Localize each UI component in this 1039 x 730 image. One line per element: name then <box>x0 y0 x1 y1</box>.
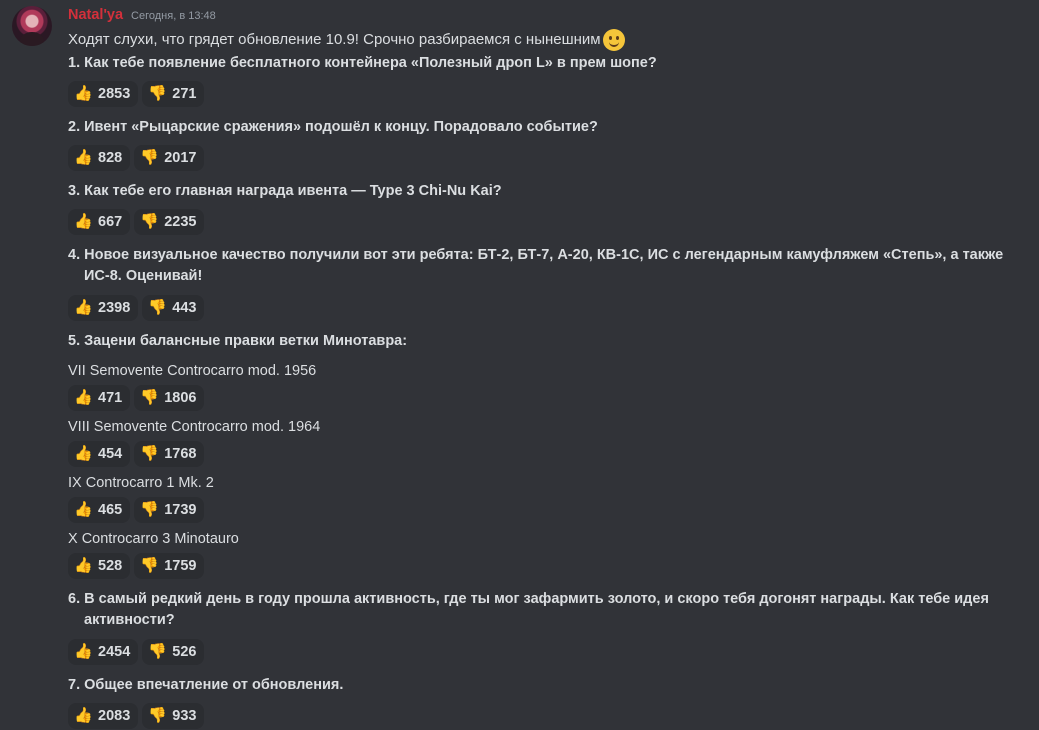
tank-name-4: X Controcarro 3 Minotauro <box>68 531 239 547</box>
slightly-smiling-face-icon <box>602 29 625 51</box>
message-content: Natal'ya Сегодня, в 13:48 Ходят слухи, ч… <box>68 7 1033 729</box>
reaction-thumbs-down[interactable]: 👎 1806 <box>134 385 205 411</box>
thumbs-down-icon: 👎 <box>148 85 167 102</box>
reaction-count: 1759 <box>164 558 197 574</box>
reaction-count: 2017 <box>164 150 197 166</box>
reaction-count: 2398 <box>98 300 131 316</box>
tank-name-3: IX Controcarro 1 Mk. 2 <box>68 475 214 491</box>
reactions-q2: 👍 828 👎 2017 <box>68 145 205 171</box>
question-6-line1: 6. В самый редкий день в году прошла акт… <box>68 591 989 607</box>
reaction-thumbs-up[interactable]: 👍 828 <box>68 145 131 171</box>
reaction-count: 526 <box>172 644 197 660</box>
thumbs-up-icon: 👍 <box>74 557 93 574</box>
question-6: 6. В самый редкий день в году прошла акт… <box>68 589 989 631</box>
question-1: 1. Как тебе появление бесплатного контей… <box>68 55 657 71</box>
reaction-count: 454 <box>98 446 123 462</box>
reaction-thumbs-down[interactable]: 👎 526 <box>142 639 205 665</box>
avatar[interactable] <box>12 6 52 46</box>
reaction-thumbs-up[interactable]: 👍 465 <box>68 497 131 523</box>
intro-line: Ходят слухи, что грядет обновление 10.9!… <box>68 27 1033 53</box>
tank-name-1: VII Semovente Controcarro mod. 1956 <box>68 363 317 379</box>
tank-name-2: VIII Semovente Controcarro mod. 1964 <box>68 419 321 435</box>
question-5: 5. Зацени балансные правки ветки Минотав… <box>68 333 408 349</box>
question-2: 2. Ивент «Рыцарские сражения» подошёл к … <box>68 119 598 135</box>
reactions-tank-4: 👍 528 👎 1759 <box>68 553 205 579</box>
reaction-count: 933 <box>172 708 197 724</box>
reaction-count: 271 <box>172 86 197 102</box>
timestamp: Сегодня, в 13:48 <box>131 10 216 22</box>
reaction-thumbs-up[interactable]: 👍 2454 <box>68 639 139 665</box>
reactions-tank-2: 👍 454 👎 1768 <box>68 441 205 467</box>
thumbs-down-icon: 👎 <box>140 149 159 166</box>
reaction-count: 1768 <box>164 446 197 462</box>
thumbs-down-icon: 👎 <box>140 445 159 462</box>
question-4-line2: ИС-8. Оценивай! <box>84 268 203 284</box>
thumbs-down-icon: 👎 <box>140 389 159 406</box>
reaction-thumbs-up[interactable]: 👍 454 <box>68 441 131 467</box>
thumbs-down-icon: 👎 <box>140 557 159 574</box>
reaction-thumbs-down[interactable]: 👎 271 <box>142 81 205 107</box>
thumbs-down-icon: 👎 <box>148 643 167 660</box>
thumbs-up-icon: 👍 <box>74 213 93 230</box>
reactions-q3: 👍 667 👎 2235 <box>68 209 205 235</box>
reactions-q4: 👍 2398 👎 443 <box>68 295 205 321</box>
question-4: 4. Новое визуальное качество получили во… <box>68 245 1003 287</box>
reaction-count: 2083 <box>98 708 131 724</box>
reaction-thumbs-up[interactable]: 👍 2853 <box>68 81 139 107</box>
reaction-count: 1739 <box>164 502 197 518</box>
reaction-count: 465 <box>98 502 123 518</box>
reaction-thumbs-down[interactable]: 👎 2235 <box>134 209 205 235</box>
thumbs-up-icon: 👍 <box>74 389 93 406</box>
question-4-line1: 4. Новое визуальное качество получили во… <box>68 247 1004 263</box>
reaction-count: 2853 <box>98 86 131 102</box>
reactions-q1: 👍 2853 👎 271 <box>68 81 205 107</box>
reaction-thumbs-up[interactable]: 👍 2398 <box>68 295 139 321</box>
thumbs-up-icon: 👍 <box>74 149 93 166</box>
reaction-thumbs-up[interactable]: 👍 667 <box>68 209 131 235</box>
username[interactable]: Natal'ya <box>68 7 123 23</box>
thumbs-down-icon: 👎 <box>140 501 159 518</box>
reaction-count: 828 <box>98 150 123 166</box>
thumbs-up-icon: 👍 <box>74 445 93 462</box>
thumbs-up-icon: 👍 <box>74 643 93 660</box>
reaction-thumbs-down[interactable]: 👎 1759 <box>134 553 205 579</box>
reaction-thumbs-down[interactable]: 👎 2017 <box>134 145 205 171</box>
reactions-q6: 👍 2454 👎 526 <box>68 639 205 665</box>
reaction-count: 471 <box>98 390 123 406</box>
reactions-q7: 👍 2083 👎 933 <box>68 703 205 729</box>
question-3: 3. Как тебе его главная награда ивента —… <box>68 183 502 199</box>
reactions-tank-1: 👍 471 👎 1806 <box>68 385 205 411</box>
reaction-count: 2235 <box>164 214 197 230</box>
thumbs-up-icon: 👍 <box>74 85 93 102</box>
reaction-thumbs-down[interactable]: 👎 933 <box>142 703 205 729</box>
intro-text: Ходят слухи, что грядет обновление 10.9!… <box>68 31 601 48</box>
reaction-thumbs-down[interactable]: 👎 1768 <box>134 441 205 467</box>
reaction-count: 443 <box>172 300 197 316</box>
question-6-line2: активности? <box>84 612 175 628</box>
thumbs-down-icon: 👎 <box>148 707 167 724</box>
reaction-count: 1806 <box>164 390 197 406</box>
reaction-thumbs-down[interactable]: 👎 1739 <box>134 497 205 523</box>
thumbs-up-icon: 👍 <box>74 707 93 724</box>
reaction-thumbs-up[interactable]: 👍 471 <box>68 385 131 411</box>
reaction-thumbs-up[interactable]: 👍 2083 <box>68 703 139 729</box>
reactions-tank-3: 👍 465 👎 1739 <box>68 497 205 523</box>
thumbs-up-icon: 👍 <box>74 299 93 316</box>
thumbs-down-icon: 👎 <box>148 299 167 316</box>
reaction-thumbs-up[interactable]: 👍 528 <box>68 553 131 579</box>
question-7: 7. Общее впечатление от обновления. <box>68 677 344 693</box>
thumbs-down-icon: 👎 <box>140 213 159 230</box>
chat-message: Natal'ya Сегодня, в 13:48 Ходят слухи, ч… <box>0 0 1039 730</box>
thumbs-up-icon: 👍 <box>74 501 93 518</box>
message-header: Natal'ya Сегодня, в 13:48 <box>68 7 1033 27</box>
reaction-count: 667 <box>98 214 123 230</box>
reaction-thumbs-down[interactable]: 👎 443 <box>142 295 205 321</box>
reaction-count: 528 <box>98 558 123 574</box>
reaction-count: 2454 <box>98 644 131 660</box>
